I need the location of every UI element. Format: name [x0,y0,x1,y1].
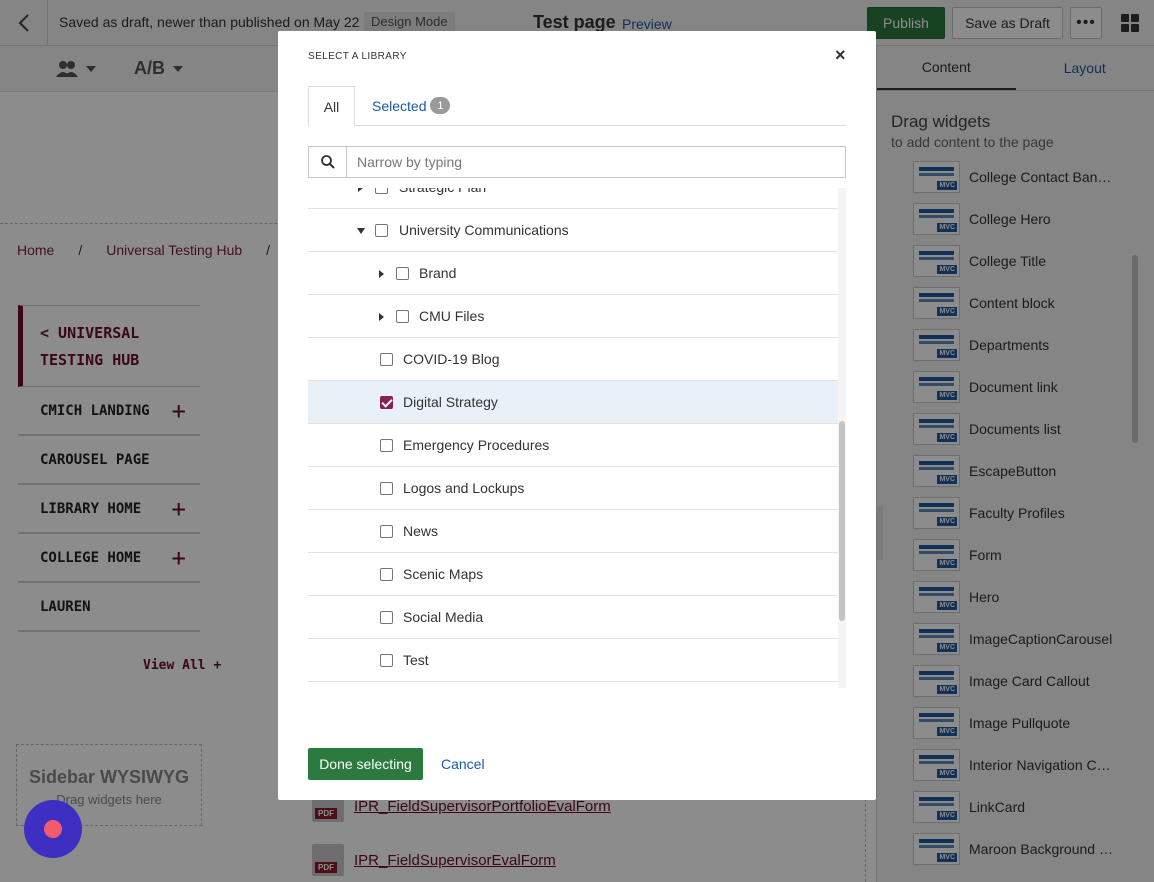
select-library-dialog: SELECT A LIBRARY × All Selected 1 Strate… [278,31,876,800]
library-label: Scenic Maps [403,565,484,582]
library-tree-row[interactable]: Logos and Lockups [308,467,838,510]
library-label: News [403,522,439,539]
library-tree-row[interactable]: Strategic Plan [308,188,838,209]
tab-selected-label: Selected [372,97,427,114]
library-tree-row[interactable]: Digital Strategy [308,381,838,424]
library-label: CMU Files [419,307,485,324]
library-checkbox[interactable] [380,395,393,409]
library-label: Brand [419,264,457,281]
library-label: Emergency Procedures [403,436,550,453]
library-label: Test [403,651,429,668]
library-label: Strategic Plan [399,188,486,195]
done-selecting-button[interactable]: Done selecting [308,748,423,780]
expand-triangle-icon[interactable] [358,188,363,192]
library-checkbox[interactable] [375,223,388,237]
library-label: University Communications [399,221,569,238]
library-tree: Strategic Plan University Communications B… [308,188,846,688]
library-tree-row[interactable]: Brand [308,252,838,295]
library-tree-row[interactable]: COVID-19 Blog [308,338,838,381]
library-label: Social Media [403,608,484,625]
selected-count-badge: 1 [430,97,451,114]
tab-all[interactable]: All [308,86,355,127]
library-checkbox[interactable] [380,524,393,538]
library-tree-row[interactable]: Test [308,639,838,682]
library-checkbox[interactable] [375,188,388,194]
expand-triangle-icon[interactable] [379,269,384,278]
library-tree-row[interactable]: CMU Files [308,295,838,338]
library-checkbox[interactable] [380,352,393,366]
library-checkbox[interactable] [396,266,409,280]
library-label: Logos and Lockups [403,479,525,496]
library-search [308,146,846,178]
library-label: Digital Strategy [403,393,498,410]
chat-launcher-button[interactable] [24,800,82,858]
tree-scrollbar-thumb[interactable] [839,421,845,621]
library-checkbox[interactable] [380,481,393,495]
chat-dot-icon [44,820,62,838]
library-checkbox[interactable] [380,653,393,667]
tab-selected[interactable]: Selected 1 [372,97,451,114]
library-checkbox[interactable] [380,610,393,624]
library-tree-row[interactable]: News [308,510,838,553]
library-checkbox[interactable] [380,438,393,452]
library-tree-row[interactable]: Emergency Procedures [308,424,838,467]
dialog-tabs: All Selected 1 [308,86,846,127]
expand-triangle-icon[interactable] [379,312,384,321]
dialog-title: SELECT A LIBRARY [308,51,407,62]
cancel-button[interactable]: Cancel [441,756,485,772]
library-checkbox[interactable] [396,309,409,323]
library-checkbox[interactable] [380,567,393,581]
library-tree-row[interactable]: University Communications [308,209,838,252]
search-icon [309,147,347,177]
close-icon[interactable]: × [835,45,846,66]
library-tree-row[interactable]: Scenic Maps [308,553,838,596]
library-tree-row[interactable]: Social Media [308,596,838,639]
search-input[interactable] [347,147,845,177]
collapse-triangle-icon[interactable] [357,227,365,234]
library-label: COVID-19 Blog [403,350,500,367]
